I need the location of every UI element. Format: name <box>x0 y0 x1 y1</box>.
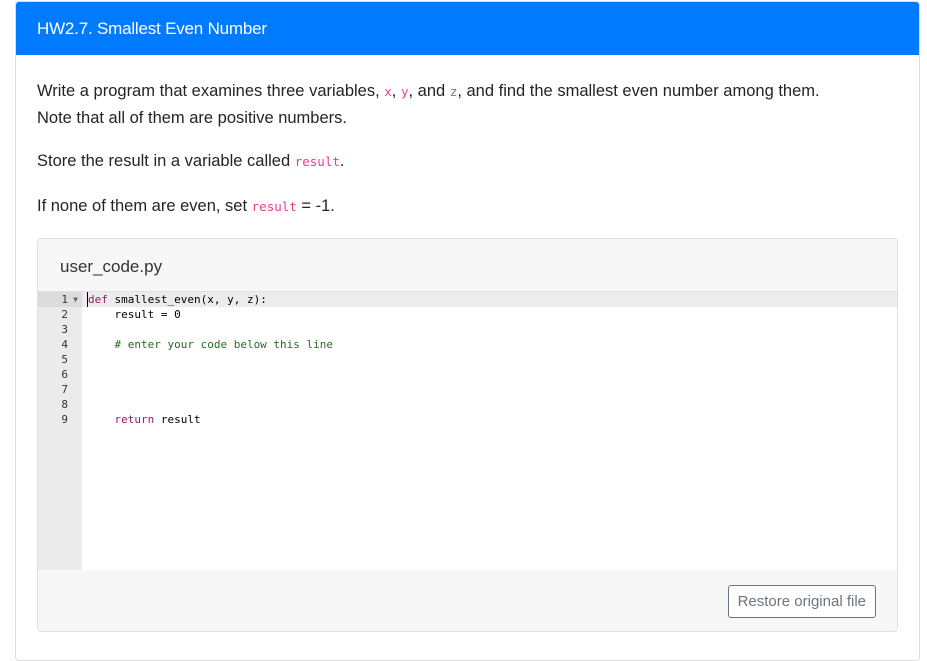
code-line[interactable]: return result <box>82 412 897 427</box>
question-text: . <box>339 152 345 170</box>
question-text: = -1. <box>296 197 335 215</box>
question-text: , <box>391 82 401 100</box>
line-number: 1 ▼ <box>38 292 82 307</box>
fold-arrow-icon[interactable]: ▼ <box>73 292 78 307</box>
code-line[interactable]: def smallest_even(x, y, z): <box>82 292 897 307</box>
question-paragraph-1: Write a program that examines three vari… <box>37 55 898 132</box>
line-number: 8 <box>61 398 68 411</box>
code-line[interactable] <box>82 367 897 382</box>
line-number: 9 <box>61 413 68 426</box>
code-line[interactable]: result = 0 <box>82 307 897 322</box>
question-text: Store the result in a variable called <box>37 152 295 170</box>
question-text: If none of them are even, set <box>37 197 252 215</box>
code-area[interactable]: def smallest_even(x, y, z): result = 0 #… <box>82 292 897 570</box>
var-y-code: y <box>400 84 409 99</box>
question-text: Write a program that examines three vari… <box>37 82 385 100</box>
question-text: , and find the smallest even number amon… <box>457 82 820 100</box>
line-number: 6 <box>61 368 68 381</box>
question-card: HW2.7. Smallest Even Number Write a prog… <box>15 1 920 661</box>
line-number: 2 <box>61 308 68 321</box>
code-editor[interactable]: 1 ▼ 2 3 4 5 6 7 8 9 def smallest_even(x,… <box>38 291 897 571</box>
code-line[interactable]: # enter your code below this line <box>82 337 897 352</box>
code-line[interactable] <box>82 382 897 397</box>
question-text: Note that all of them are positive numbe… <box>37 109 347 127</box>
line-number: 5 <box>61 353 68 366</box>
var-x-code: x <box>384 84 392 99</box>
result-code: result <box>294 154 340 169</box>
question-title: HW2.7. Smallest Even Number <box>16 2 919 55</box>
result-code: result <box>251 199 297 214</box>
line-number-gutter: 1 ▼ 2 3 4 5 6 7 8 9 <box>38 292 82 570</box>
question-paragraph-3: If none of them are even, set result = -… <box>37 175 898 220</box>
question-paragraph-2: Store the result in a variable called re… <box>37 132 898 175</box>
restore-original-file-button[interactable]: Restore original file <box>727 585 876 618</box>
file-name: user_code.py <box>60 257 163 276</box>
question-text: , and <box>408 82 450 100</box>
line-number: 4 <box>61 338 68 351</box>
line-number: 3 <box>61 323 68 336</box>
code-line[interactable] <box>82 397 897 412</box>
question-body: Write a program that examines three vari… <box>16 55 919 220</box>
line-number: 7 <box>61 383 68 396</box>
file-editor-card: user_code.py 1 ▼ 2 3 4 5 6 7 8 9 def sma <box>37 238 898 632</box>
file-footer: Restore original file <box>38 570 897 631</box>
code-line[interactable] <box>82 352 897 367</box>
code-line[interactable] <box>82 322 897 337</box>
